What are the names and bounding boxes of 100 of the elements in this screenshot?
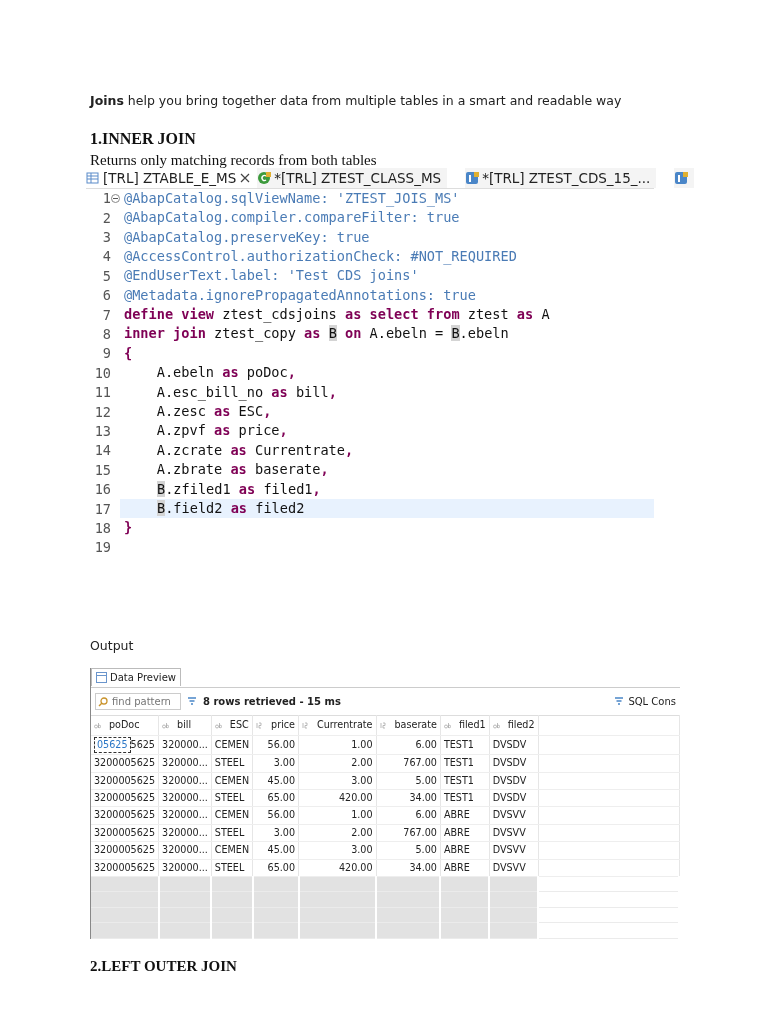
code-line: A.esc_bill_no as bill, (155, 382, 338, 403)
table-cell: 767.00 (376, 754, 441, 773)
code-line: A.ebeln as poDoc, (155, 363, 297, 383)
table-cell: 5625 (130, 738, 155, 750)
table-cell: 3.00 (298, 841, 377, 860)
table-cell: 320000... (158, 735, 212, 755)
table-cell: STEEL (211, 859, 253, 877)
table-cell: DVSVV (489, 841, 538, 860)
table-cell: ABRE (440, 807, 490, 825)
number-type-icon (379, 721, 387, 729)
section-heading: 2.LEFT OUTER JOIN (90, 956, 238, 976)
table-cell: 6.00 (376, 807, 441, 825)
column-header[interactable]: ESC (211, 715, 253, 736)
data-preview-tab[interactable]: Data Preview (91, 667, 181, 686)
table-cell: STEEL (211, 824, 253, 842)
editor-tab[interactable]: *[TRL] ZTEST_CDS_15_... (465, 168, 657, 189)
table-cell: 320000... (158, 754, 212, 773)
text-type-icon (214, 721, 222, 729)
table-cell: 3.00 (298, 772, 377, 790)
table-cell: CEMEN (211, 772, 253, 790)
table-cell: 5.00 (376, 841, 441, 860)
table-cell: DVSDV (489, 735, 538, 755)
table-cell: ABRE (440, 824, 490, 842)
table-cell: 320000... (158, 807, 212, 825)
table-cell: TEST1 (440, 735, 490, 755)
table-cell: 3.00 (252, 754, 299, 773)
text-type-icon (492, 721, 500, 729)
code-line: @EndUserText.label: 'Test CDS joins' (123, 266, 420, 286)
table-cell: 34.00 (376, 789, 441, 807)
close-icon (239, 172, 252, 185)
table-cell: CEMEN (211, 735, 253, 755)
table-cell: CEMEN (211, 807, 253, 825)
line-number: 1 (102, 189, 111, 209)
table-cell: 3.00 (252, 824, 299, 842)
code-line: A.zcrate as Currentrate, (155, 440, 355, 460)
table-cell: 3200005625 (91, 807, 159, 825)
code-line: @Metadata.ignorePropagatedAnnotations: true (123, 285, 477, 305)
line-number: 18 (94, 518, 111, 538)
table-cell: STEEL (211, 754, 253, 773)
table-cell: 65.00 (252, 859, 299, 877)
table-cell: DVSVV (489, 859, 538, 877)
code-line: inner join ztest_copy as B on A.ebeln = B.ebeln (123, 324, 510, 344)
sql-console-button[interactable]: SQL Cons (614, 693, 676, 709)
table-cell: 56.00 (252, 807, 299, 825)
editor-tab[interactable] (674, 168, 695, 189)
line-number: 8 (102, 325, 111, 344)
filter-field[interactable]: find pattern (95, 692, 181, 710)
table-cell: 3200005625 (91, 841, 159, 860)
line-number: 7 (102, 305, 111, 325)
column-header[interactable]: filed2 (489, 715, 538, 736)
table-cell: DVSDV (489, 772, 538, 790)
table-cell: 3200005625 (91, 824, 159, 842)
table-cell: TEST1 (440, 789, 490, 807)
section-description: Returns only matching records from both tables (90, 150, 378, 169)
table-cell: 45.00 (252, 772, 299, 790)
table-cell: 1.00 (298, 807, 377, 825)
table-cell: 1.00 (298, 735, 377, 755)
table-cell: DVSVV (489, 824, 538, 842)
line-number: 2 (102, 208, 111, 228)
table-cell: ABRE (440, 841, 490, 860)
column-header[interactable]: price (252, 715, 299, 736)
code-line: @AbapCatalog.preserveKey: true (123, 227, 371, 247)
column-header[interactable]: filed1 (440, 715, 490, 736)
table-cell: 3200005625 (91, 789, 159, 807)
code-line: B.zfiled1 as filed1, (156, 479, 322, 499)
column-header[interactable]: Currentrate (298, 715, 377, 736)
text-type-icon (94, 721, 101, 729)
column-header[interactable]: bill (158, 715, 212, 736)
code-line: @AccessControl.authorizationCheck: #NOT_REQUIRED (123, 246, 518, 267)
column-header[interactable]: baserate (376, 715, 441, 736)
table-cell: 3200005625 (91, 772, 159, 790)
table-icon (96, 671, 107, 683)
column-header[interactable]: poDoc (91, 715, 159, 736)
code-line: define view ztest_cdsjoins as select from ztest as A (123, 305, 551, 325)
result-status: 8 rows retrieved - 15 ms (203, 694, 341, 709)
cell-editor[interactable]: 05625 (94, 736, 131, 754)
section-heading: 1.INNER JOIN (90, 128, 197, 149)
number-type-icon (256, 721, 264, 729)
table-cell: DVSVV (489, 807, 538, 825)
table-cell: DVSDV (489, 789, 538, 807)
code-line: @AbapCatalog.sqlViewName: 'ZTEST_JOIS_MS' (123, 188, 461, 209)
text-type-icon (443, 721, 451, 729)
code-line: A.zesc as ESC, (155, 402, 273, 422)
filter-icon (614, 696, 625, 707)
table-cell: 56.00 (252, 735, 299, 755)
intro-paragraph: Joins help you bring together data from multiple tables in a smart and readable way (90, 92, 623, 110)
table-cell: 3200005625 (91, 754, 159, 773)
line-number: 12 (94, 402, 111, 422)
table-cell: 2.00 (298, 754, 377, 773)
code-line: A.zbrate as baserate, (155, 460, 330, 480)
table-cell: 320000... (158, 824, 212, 842)
cds-icon (465, 171, 480, 186)
table-cell: 320000... (158, 772, 212, 790)
table-cell: ABRE (440, 859, 490, 877)
table-cell: 2.00 (298, 824, 377, 842)
editor-tab[interactable]: *[TRL] ZTEST_CLASS_MS (257, 168, 448, 189)
line-number: 13 (94, 421, 111, 441)
text-type-icon (162, 721, 170, 729)
table-cell: 420.00 (298, 789, 377, 807)
line-number: 9 (102, 344, 111, 364)
